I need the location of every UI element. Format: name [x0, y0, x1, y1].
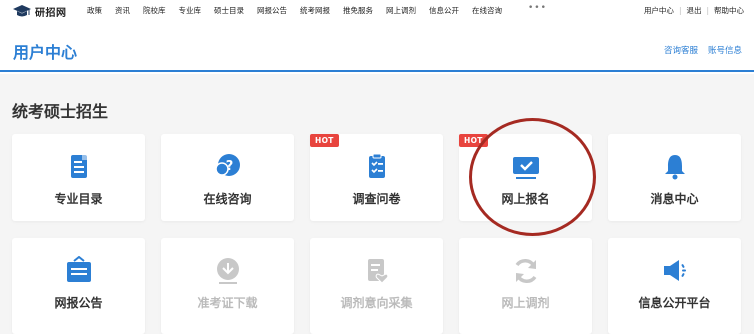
nav-link-info-public[interactable]: 信息公开 — [429, 5, 459, 16]
tile-label: 网上调剂 — [501, 296, 550, 310]
nav-link-recommendation[interactable]: 推免服务 — [343, 5, 373, 16]
doc-list-icon — [70, 155, 87, 178]
logout-link[interactable]: 退出 — [686, 5, 701, 16]
help-center-link[interactable]: 帮助中心 — [714, 5, 744, 16]
form-heart-icon — [367, 259, 388, 284]
tile-label: 网报公告 — [54, 296, 103, 310]
tile-info-public-platform[interactable]: 信息公开平台 — [608, 238, 741, 334]
tile-major-catalog[interactable]: 专业目录 — [12, 134, 145, 221]
section-title: 统考硕士招生 — [12, 102, 109, 121]
tile-online-registration[interactable]: HOT 网上报名 — [459, 134, 592, 221]
logo-text: 研招网 — [35, 8, 67, 19]
page-header: 用户中心 咨询客服 账号信息 — [0, 22, 754, 72]
hot-badge: HOT — [310, 134, 339, 147]
nav-link-consult[interactable]: 在线咨询 — [472, 5, 502, 16]
tile-label: 信息公开平台 — [638, 296, 711, 310]
tile-online-consult[interactable]: ? 在线咨询 — [161, 134, 294, 221]
tile-message-center[interactable]: 消息中心 — [608, 134, 741, 221]
main-nav: 政策 资讯 院校库 专业库 硕士目录 网报公告 统考网报 推免服务 网上调剂 信… — [87, 5, 502, 16]
tile-admission-ticket-download[interactable]: 准考证下载 — [161, 238, 294, 334]
tile-label: 调查问卷 — [352, 192, 401, 206]
megaphone-icon — [663, 260, 686, 281]
nav-link-schools[interactable]: 院校库 — [143, 5, 166, 16]
tile-label: 消息中心 — [650, 192, 699, 206]
download-circle-icon — [216, 258, 239, 284]
tile-label: 在线咨询 — [203, 192, 252, 206]
tile-label: 准考证下载 — [197, 296, 258, 310]
tile-adjustment-intent[interactable]: 调剂意向采集 — [310, 238, 443, 334]
tile-survey[interactable]: HOT 调查问卷 — [310, 134, 443, 221]
nav-user-links: 用户中心 | 退出 | 帮助中心 — [644, 5, 744, 16]
nav-link-adjustment[interactable]: 网上调剂 — [386, 5, 416, 16]
question-chat-icon: ? — [214, 154, 240, 176]
content-area: 统考硕士招生 专业目录 ? 在线咨询 HOT 调查问卷 HOT 网上报名 消息中… — [0, 74, 754, 334]
nav-link-news[interactable]: 资讯 — [115, 5, 130, 16]
nav-link-master-catalog[interactable]: 硕士目录 — [214, 5, 244, 16]
site-logo[interactable]: 研招网 — [13, 4, 67, 19]
tile-label: 调剂意向采集 — [340, 296, 413, 310]
hot-badge: HOT — [459, 134, 488, 147]
page-title: 用户中心 — [13, 43, 78, 62]
svg-text:?: ? — [225, 159, 233, 174]
customer-service-link[interactable]: 咨询客服 — [664, 44, 698, 56]
announcement-board-icon — [66, 256, 91, 282]
tile-label: 专业目录 — [54, 192, 103, 206]
tile-label: 网上报名 — [501, 192, 550, 206]
monitor-check-icon — [512, 157, 539, 179]
divider: | — [706, 6, 709, 15]
graduation-cap-icon — [13, 5, 31, 17]
nav-link-majors[interactable]: 专业库 — [179, 5, 202, 16]
bell-icon — [664, 155, 685, 180]
refresh-icon — [515, 259, 536, 283]
nav-more-icon[interactable]: ••• — [528, 3, 547, 13]
tile-announcements[interactable]: 网报公告 — [12, 238, 145, 334]
user-center-link[interactable]: 用户中心 — [644, 5, 674, 16]
nav-link-policy[interactable]: 政策 — [87, 5, 102, 16]
top-nav: 研招网 政策 资讯 院校库 专业库 硕士目录 网报公告 统考网报 推免服务 网上… — [0, 0, 754, 22]
clipboard-check-icon — [368, 153, 385, 178]
account-info-link[interactable]: 账号信息 — [708, 44, 742, 56]
tile-online-adjustment[interactable]: 网上调剂 — [459, 238, 592, 334]
divider: | — [678, 6, 682, 15]
header-links: 咨询客服 账号信息 — [664, 44, 742, 56]
nav-link-announcements[interactable]: 网报公告 — [257, 5, 287, 16]
nav-link-registration[interactable]: 统考网报 — [300, 5, 330, 16]
